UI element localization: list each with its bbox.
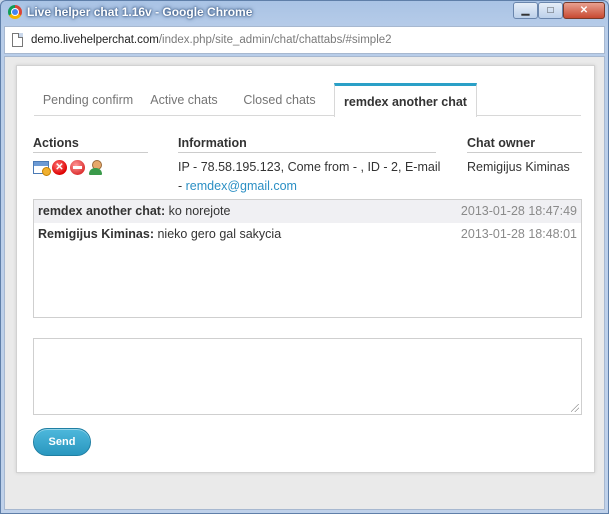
chat-actions: ✕ [33,160,103,176]
email-link[interactable]: remdex@gmail.com [186,179,297,193]
message-list[interactable]: remdex another chat: ko norejote 2013-01… [33,199,582,318]
chat-panel: Pending confirm Active chats Closed chat… [16,65,595,473]
message-input[interactable] [33,338,582,415]
browser-window: Live helper chat 1.16v - Google Chrome ▁… [0,0,609,514]
chat-owner-name: Remigijus Kiminas [467,160,570,174]
tab-current-chat[interactable]: remdex another chat [334,83,477,117]
title-bar[interactable]: Live helper chat 1.16v - Google Chrome ▁… [1,1,608,23]
message-row: remdex another chat: ko norejote 2013-01… [34,200,581,223]
chat-owner-heading: Chat owner [467,136,582,153]
transfer-user-icon[interactable] [88,160,103,175]
resize-handle-icon[interactable] [571,404,579,412]
minimize-button[interactable]: ▁ [513,2,538,19]
url-path: /index.php/site_admin/chat/chattabs/#sim… [158,34,392,46]
send-button[interactable]: Send [33,428,91,456]
tab-pending-confirm[interactable]: Pending confirm [34,83,142,116]
tab-active-chats[interactable]: Active chats [142,83,226,116]
message-time: 2013-01-28 18:48:01 [460,227,577,241]
message-row: Remigijus Kiminas: nieko gero gal sakyci… [34,223,581,246]
window-icon[interactable] [33,161,51,176]
message-text: nieko gero gal sakycia [154,227,282,241]
page-content: Pending confirm Active chats Closed chat… [4,56,605,510]
message-author: Remigijus Kiminas: [38,227,154,241]
chrome-logo-icon [8,5,22,19]
message-text: ko norejote [165,204,231,218]
maximize-button[interactable]: □ [538,2,563,19]
close-chat-icon[interactable]: ✕ [52,160,67,175]
block-icon[interactable] [70,160,85,175]
message-author: remdex another chat: [38,204,166,218]
chat-information: IP - 78.58.195.123, Come from - , ID - 2… [178,158,443,196]
chat-tabs: Pending confirm Active chats Closed chat… [34,83,581,117]
page-icon [12,33,23,47]
close-window-button[interactable]: ✕ [563,2,605,19]
url-text[interactable]: demo.livehelperchat.com/index.php/site_a… [31,34,392,46]
window-title: Live helper chat 1.16v - Google Chrome [27,5,253,19]
actions-heading: Actions [33,136,148,153]
address-bar[interactable]: demo.livehelperchat.com/index.php/site_a… [4,26,605,54]
information-heading: Information [178,136,436,153]
tab-closed-chats[interactable]: Closed chats [226,83,333,116]
message-time: 2013-01-28 18:47:49 [460,204,577,218]
url-host: demo.livehelperchat.com [31,34,159,46]
